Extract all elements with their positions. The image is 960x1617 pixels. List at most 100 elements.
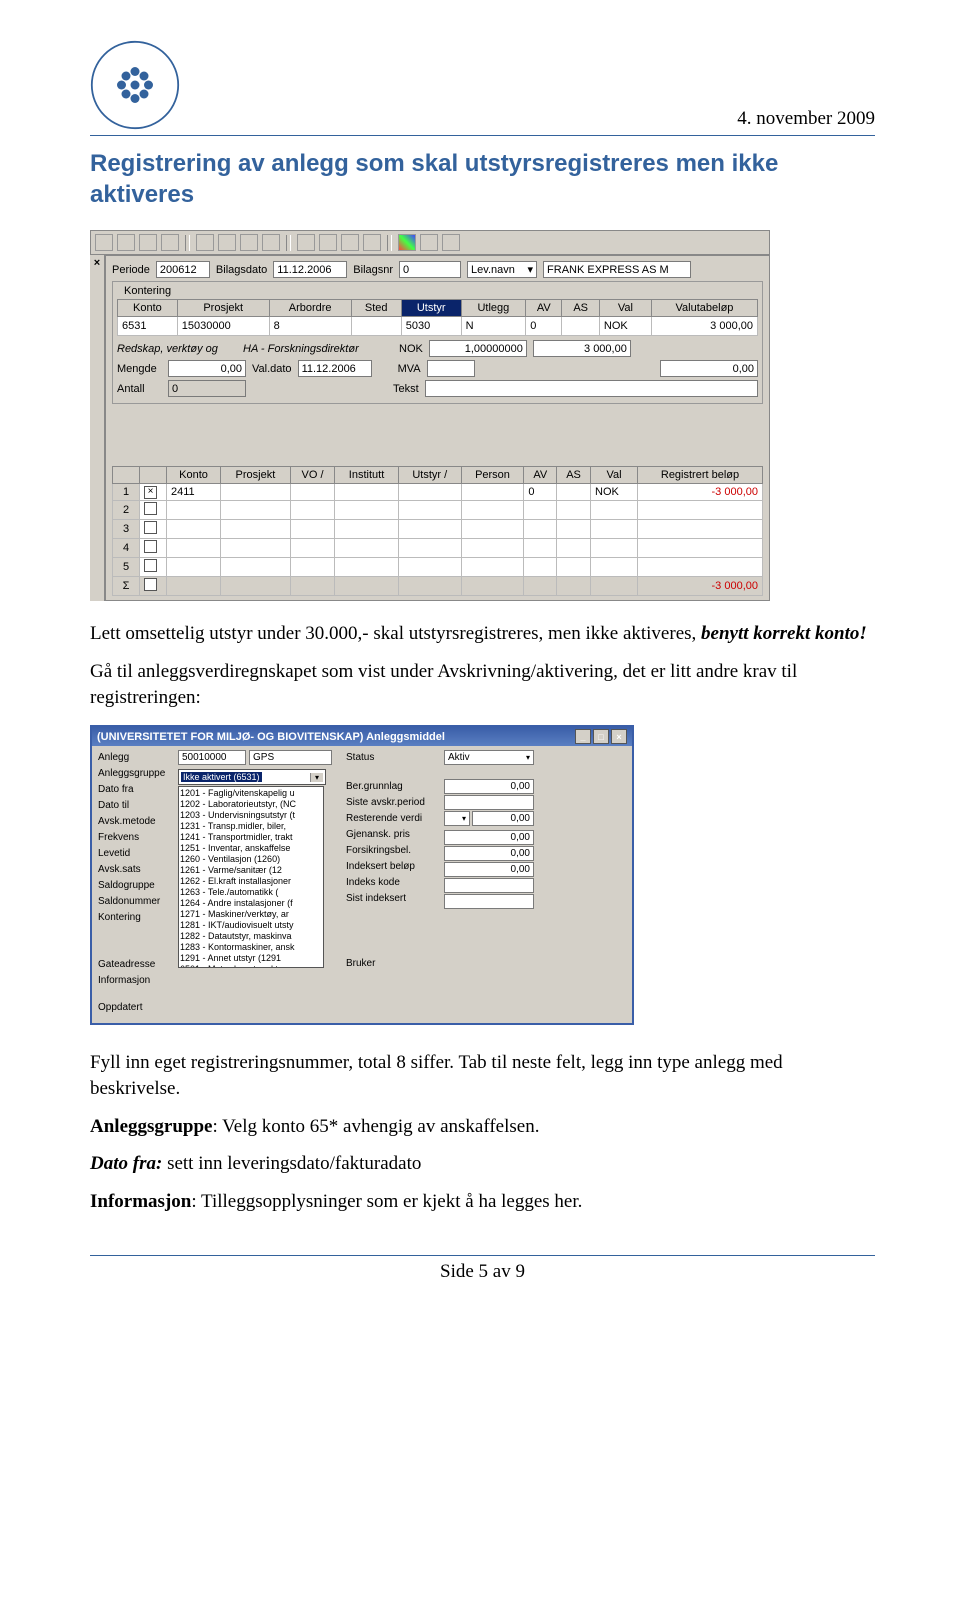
lbl-datofra: Dato fra [98, 782, 170, 797]
tekst-label: Tekst [393, 383, 419, 395]
col2-konto[interactable]: Konto [167, 467, 221, 484]
col2-person[interactable]: Person [461, 467, 524, 484]
row-check[interactable]: × [144, 486, 157, 499]
print-icon[interactable] [319, 234, 337, 251]
valdato-input[interactable]: 11.12.2006 [298, 360, 372, 377]
print-icon[interactable] [363, 234, 381, 251]
bilagsnr-input[interactable]: 0 [399, 261, 461, 278]
nav-next-icon[interactable] [139, 234, 157, 251]
cell-arbordre[interactable]: 8 [269, 317, 351, 336]
cell-utstyr[interactable]: 5030 [401, 317, 461, 336]
lbl-resterende: Resterende verdi [346, 811, 436, 826]
bergrunnlag-input[interactable]: 0,00 [444, 779, 534, 794]
col2-val[interactable]: Val [591, 467, 638, 484]
nav-last-icon[interactable] [161, 234, 179, 251]
toolbar-icon[interactable] [262, 234, 280, 251]
col-utlegg[interactable]: Utlegg [461, 300, 526, 317]
toolbar-icon[interactable] [196, 234, 214, 251]
col-val[interactable]: Val [599, 300, 651, 317]
minimize-button[interactable]: _ [575, 729, 591, 744]
rate-input[interactable]: 1,00000000 [429, 340, 527, 357]
periode-input[interactable]: 200612 [156, 261, 210, 278]
col-av[interactable]: AV [526, 300, 562, 317]
toolbar-icon[interactable] [297, 234, 315, 251]
col2-vo[interactable]: VO / [290, 467, 334, 484]
color-palette-icon[interactable] [398, 234, 416, 251]
cell-belop[interactable]: 3 000,00 [651, 317, 757, 336]
mva-val-input[interactable]: 0,00 [660, 360, 758, 377]
sistindeks-input[interactable] [444, 894, 534, 909]
toolbar-icon[interactable] [218, 234, 236, 251]
tekst-input[interactable] [425, 380, 758, 397]
header-rule [90, 135, 875, 136]
cell-konto[interactable]: 6531 [118, 317, 178, 336]
cell-utlegg[interactable]: N [461, 317, 526, 336]
anlegg-input[interactable]: 50010000 [178, 750, 246, 765]
indeksert-input[interactable]: 0,00 [444, 862, 534, 877]
nav-first-icon[interactable] [95, 234, 113, 251]
toolbar-icon[interactable] [240, 234, 258, 251]
paragraph-5: Dato fra: sett inn leveringsdato/faktura… [90, 1151, 875, 1177]
anlegg-desc-input[interactable]: GPS [249, 750, 332, 765]
close-button[interactable]: × [611, 729, 627, 744]
col-sted[interactable]: Sted [351, 300, 401, 317]
paragraph-6: Informasjon: Tilleggsopplysninger som er… [90, 1189, 875, 1215]
cell-sted[interactable] [351, 317, 401, 336]
col2-utstyr[interactable]: Utstyr / [398, 467, 461, 484]
row-check[interactable] [144, 540, 157, 553]
cell2-konto[interactable]: 2411 [167, 484, 221, 501]
col-as[interactable]: AS [562, 300, 600, 317]
anleggsgruppe-options[interactable]: 1201 - Faglig/vitenskapelig u1202 - Labo… [178, 786, 324, 968]
col-utstyr[interactable]: Utstyr [401, 300, 461, 317]
status-select[interactable]: Aktiv▾ [444, 750, 534, 765]
resterende-sel[interactable]: ▾ [444, 811, 470, 826]
mengde-input[interactable]: 0,00 [168, 360, 246, 377]
university-logo [90, 40, 180, 130]
cell2-belop: -3 000,00 [638, 484, 763, 501]
toolbar-icon[interactable] [420, 234, 438, 251]
col2-av[interactable]: AV [524, 467, 557, 484]
forsikring-input[interactable]: 0,00 [444, 846, 534, 861]
col-belop[interactable]: Valutabeløp [651, 300, 757, 317]
col2-belop[interactable]: Registrert beløp [638, 467, 763, 484]
cell-prosjekt[interactable]: 15030000 [177, 317, 269, 336]
lbl-saldogruppe: Saldogruppe [98, 878, 170, 893]
indekskode-input[interactable] [444, 878, 534, 893]
page-title: Registrering av anlegg som skal utstyrsr… [90, 148, 875, 210]
gjenansk-input[interactable]: 0,00 [444, 830, 534, 845]
nav-prev-icon[interactable] [117, 234, 135, 251]
lbl-status: Status [346, 750, 436, 765]
toolbar-icon[interactable] [442, 234, 460, 251]
col2-prosjekt[interactable]: Prosjekt [221, 467, 291, 484]
col2-as[interactable]: AS [557, 467, 591, 484]
row-check[interactable] [144, 559, 157, 572]
cell-as[interactable] [562, 317, 600, 336]
bilagsdato-input[interactable]: 11.12.2006 [273, 261, 347, 278]
close-panel-button[interactable]: × [90, 255, 105, 601]
mva-label: MVA [398, 363, 421, 375]
maximize-button[interactable]: □ [593, 729, 609, 744]
col-prosjekt[interactable]: Prosjekt [177, 300, 269, 317]
mva-input[interactable] [427, 360, 475, 377]
cell-val[interactable]: NOK [599, 317, 651, 336]
col-konto[interactable]: Konto [118, 300, 178, 317]
kontering-group-label: Kontering [121, 285, 174, 297]
lbl-datotil: Dato til [98, 798, 170, 813]
col2-inst[interactable]: Institutt [335, 467, 399, 484]
sisteavskr-input[interactable] [444, 795, 534, 810]
lbl-forsikring: Forsikringsbel. [346, 843, 436, 858]
cell-av[interactable]: 0 [526, 317, 562, 336]
row-check[interactable] [144, 521, 157, 534]
row-check[interactable] [144, 578, 157, 591]
lbl-bruker: Bruker [346, 956, 436, 971]
levnavn-select[interactable]: Lev.navn▾ [467, 261, 537, 278]
col-arbordre[interactable]: Arbordre [269, 300, 351, 317]
sum-belop: -3 000,00 [638, 577, 763, 596]
resterende-input[interactable]: 0,00 [472, 811, 534, 826]
print-icon[interactable] [341, 234, 359, 251]
row-check[interactable] [144, 502, 157, 515]
lbl-sistindeks: Sist indeksert [346, 891, 436, 906]
amount-input[interactable]: 3 000,00 [533, 340, 631, 357]
levnavn-input[interactable]: FRANK EXPRESS AS M [543, 261, 691, 278]
anleggsgruppe-select[interactable]: Ikke aktivert (6531)▾ [178, 769, 326, 785]
